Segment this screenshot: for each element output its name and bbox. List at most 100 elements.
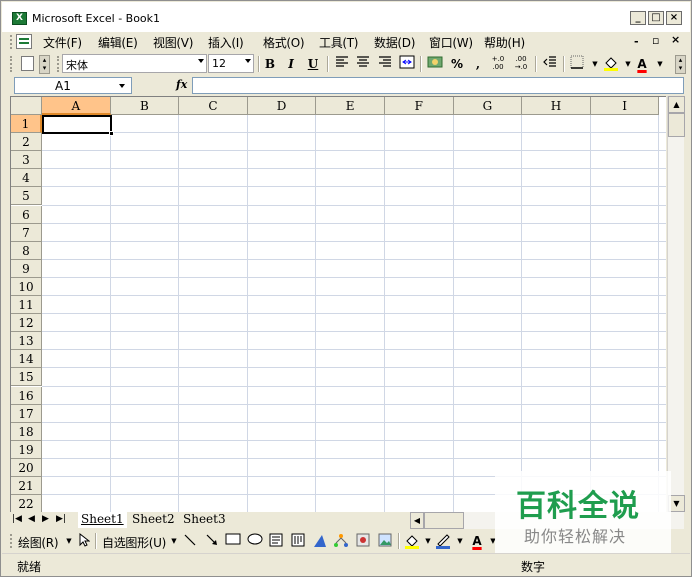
- sheet-tab-sheet1[interactable]: Sheet1: [78, 512, 127, 528]
- decrease-decimal-button[interactable]: .00 →.0: [512, 55, 530, 73]
- next-sheet-icon[interactable]: ▶: [42, 514, 49, 524]
- toolbar-grip-2[interactable]: [57, 56, 60, 72]
- row-header-11[interactable]: 11: [11, 296, 42, 314]
- align-right-icon[interactable]: [376, 55, 394, 73]
- chevron-down-icon[interactable]: [119, 84, 125, 88]
- arrow-tool-icon[interactable]: [204, 533, 220, 549]
- line-tool-icon[interactable]: [182, 533, 198, 549]
- vertical-textbox-icon[interactable]: [290, 533, 306, 549]
- row-header-15[interactable]: 15: [11, 368, 42, 387]
- italic-button[interactable]: I: [282, 55, 300, 73]
- rectangle-tool-icon[interactable]: [225, 533, 241, 549]
- insert-function-icon[interactable]: fx: [176, 78, 187, 91]
- column-header-c[interactable]: C: [179, 97, 248, 115]
- row-header-20[interactable]: 20: [11, 458, 42, 477]
- vertical-scroll-thumb[interactable]: [668, 113, 685, 137]
- column-header-f[interactable]: F: [385, 97, 454, 115]
- row-header-12[interactable]: 12: [11, 314, 42, 333]
- menu-edit[interactable]: 编辑(E): [98, 34, 138, 51]
- font-name-combo[interactable]: 宋体: [62, 54, 207, 73]
- select-all-corner[interactable]: [11, 97, 42, 115]
- sheet-tab-sheet2[interactable]: Sheet2: [129, 512, 178, 528]
- insert-picture-icon[interactable]: [377, 533, 393, 549]
- menu-window[interactable]: 窗口(W): [429, 34, 473, 51]
- align-center-icon[interactable]: [354, 55, 372, 73]
- scroll-up-icon[interactable]: ▲: [668, 96, 685, 113]
- first-sheet-icon[interactable]: |◀: [12, 514, 22, 524]
- diagram-icon[interactable]: [333, 533, 349, 549]
- clipart-icon[interactable]: [355, 533, 371, 549]
- toolbar-grip[interactable]: [10, 56, 13, 72]
- line-color-icon[interactable]: [435, 533, 451, 549]
- close-button[interactable]: ×: [666, 11, 682, 25]
- row-header-1[interactable]: 1: [11, 115, 42, 133]
- column-header-a[interactable]: A: [42, 97, 111, 115]
- underline-button[interactable]: U: [304, 55, 322, 73]
- fill-color-icon[interactable]: [602, 55, 620, 73]
- active-cell[interactable]: [42, 115, 112, 134]
- row-header-14[interactable]: 14: [11, 350, 42, 369]
- menu-data[interactable]: 数据(D): [374, 34, 415, 51]
- align-left-icon[interactable]: [333, 55, 351, 73]
- row-header-5[interactable]: 5: [11, 187, 42, 206]
- last-sheet-icon[interactable]: ▶|: [56, 514, 66, 524]
- column-header-e[interactable]: E: [316, 97, 385, 115]
- select-objects-icon[interactable]: [76, 532, 92, 549]
- draw-menu-button[interactable]: 绘图(R): [18, 534, 59, 551]
- borders-icon[interactable]: [568, 55, 586, 73]
- decrease-indent-icon[interactable]: [541, 55, 559, 73]
- comma-button[interactable]: ,: [469, 55, 487, 73]
- drawing-toolbar-grip[interactable]: [10, 534, 13, 548]
- font-color-dropdown-icon[interactable]: ▼: [651, 55, 669, 73]
- vertical-scrollbar[interactable]: ▲ ▼: [667, 96, 685, 512]
- doc-restore-button[interactable]: ▫: [652, 34, 659, 47]
- column-header-h[interactable]: H: [522, 97, 591, 115]
- row-header-13[interactable]: 13: [11, 332, 42, 351]
- menu-grip[interactable]: [10, 35, 13, 49]
- row-header-4[interactable]: 4: [11, 169, 42, 188]
- menu-file[interactable]: 文件(F): [43, 34, 82, 51]
- oval-tool-icon[interactable]: [247, 533, 263, 549]
- row-header-7[interactable]: 7: [11, 223, 42, 242]
- fill-color-icon[interactable]: [404, 533, 420, 549]
- percent-button[interactable]: %: [448, 55, 466, 73]
- autoshapes-menu-button[interactable]: 自选图形(U): [102, 534, 166, 551]
- scroll-left-icon[interactable]: ◀: [410, 512, 424, 529]
- toolbar-options-icon[interactable]: ▴ ▾: [675, 55, 686, 74]
- chevron-down-icon[interactable]: [198, 59, 204, 63]
- chevron-down-icon[interactable]: ▼: [166, 533, 182, 549]
- row-header-16[interactable]: 16: [11, 386, 42, 405]
- row-header-10[interactable]: 10: [11, 277, 42, 296]
- menu-tools[interactable]: 工具(T): [319, 34, 359, 51]
- chevron-down-icon[interactable]: ▼: [452, 533, 468, 549]
- wordart-icon[interactable]: [312, 533, 328, 549]
- font-color-button[interactable]: A: [633, 55, 651, 73]
- menu-insert[interactable]: 插入(I): [208, 34, 244, 51]
- row-header-3[interactable]: 3: [11, 151, 42, 170]
- merge-center-icon[interactable]: [398, 55, 416, 73]
- new-document-icon[interactable]: [21, 56, 34, 71]
- maximize-button[interactable]: □: [648, 11, 664, 25]
- doc-close-button[interactable]: ×: [671, 33, 680, 46]
- textbox-tool-icon[interactable]: [268, 533, 284, 549]
- increase-decimal-button[interactable]: +.0 .00: [489, 55, 507, 73]
- fill-handle[interactable]: [109, 131, 114, 136]
- formula-input[interactable]: [192, 77, 684, 94]
- row-header-8[interactable]: 8: [11, 241, 42, 260]
- name-box[interactable]: A1: [14, 77, 132, 94]
- prev-sheet-icon[interactable]: ◀: [28, 514, 35, 524]
- menu-help[interactable]: 帮助(H): [484, 34, 525, 51]
- document-icon[interactable]: [16, 34, 32, 49]
- minimize-button[interactable]: _: [630, 11, 646, 25]
- row-header-22[interactable]: 22: [11, 495, 42, 512]
- row-header-9[interactable]: 9: [11, 259, 42, 278]
- row-header-17[interactable]: 17: [11, 404, 42, 423]
- row-header-2[interactable]: 2: [11, 133, 42, 152]
- worksheet-grid[interactable]: ABCDEFGHI 1 2 3 4 5 6 7 8 9 10 11 12 13 14 15 16 17 18 19 2…: [10, 96, 666, 512]
- column-header-g[interactable]: G: [453, 97, 523, 115]
- column-header-d[interactable]: D: [247, 97, 317, 115]
- toolbar-options-icon[interactable]: ▴ ▾: [39, 55, 50, 74]
- menu-format[interactable]: 格式(O): [263, 34, 305, 51]
- column-header-i[interactable]: I: [590, 97, 660, 115]
- row-header-6[interactable]: 6: [11, 205, 42, 224]
